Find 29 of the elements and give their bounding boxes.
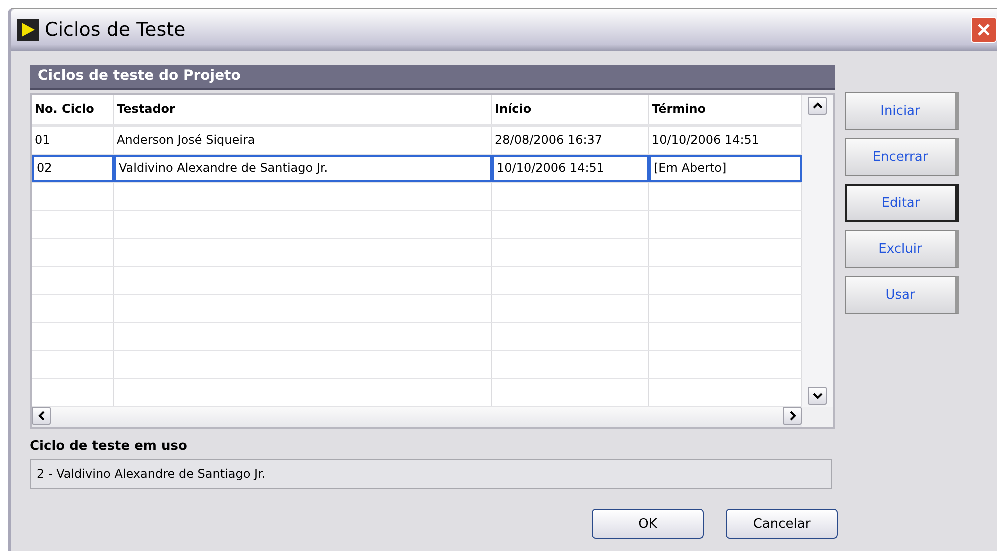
scroll-right-icon[interactable] — [783, 407, 802, 425]
table-cell[interactable]: 10/10/2006 14:51 — [492, 155, 649, 182]
table-cell[interactable]: Anderson José Siqueira — [114, 127, 492, 154]
window-title: Ciclos de Teste — [45, 19, 186, 41]
action-button[interactable]: Excluir — [845, 230, 959, 268]
horizontal-scrollbar[interactable] — [32, 407, 802, 427]
scroll-left-icon[interactable] — [32, 407, 51, 425]
column-header[interactable]: No. Ciclo — [32, 95, 114, 124]
panel-title-bar: Ciclos de teste do Projeto — [30, 65, 835, 90]
read-only-field[interactable]: 2 - Valdivino Alexandre de Santiago Jr. — [30, 459, 832, 489]
table-cell[interactable]: [Em Aberto] — [649, 155, 802, 182]
table-cell[interactable]: 02 — [32, 155, 114, 182]
dialog-button[interactable]: Cancelar — [726, 509, 838, 539]
scroll-up-icon[interactable] — [808, 97, 827, 115]
action-button[interactable]: Editar — [845, 184, 959, 222]
action-button[interactable]: Encerrar — [845, 138, 959, 176]
close-icon — [976, 22, 992, 38]
scroll-down-icon[interactable] — [808, 387, 827, 405]
action-button[interactable]: Iniciar — [845, 92, 959, 130]
action-button[interactable]: Usar — [845, 276, 959, 314]
dialog-button[interactable]: OK — [592, 509, 704, 539]
table-cell[interactable]: 28/08/2006 16:37 — [492, 127, 649, 154]
table-cell[interactable]: Valdivino Alexandre de Santiago Jr. — [114, 155, 492, 182]
field-label: Ciclo de teste em uso — [30, 439, 188, 454]
column-header[interactable]: Início — [492, 95, 649, 124]
column-header[interactable]: Testador — [114, 95, 492, 124]
table-cell[interactable]: 01 — [32, 127, 114, 154]
close-button[interactable] — [971, 17, 997, 43]
vertical-scrollbar[interactable] — [802, 95, 833, 407]
